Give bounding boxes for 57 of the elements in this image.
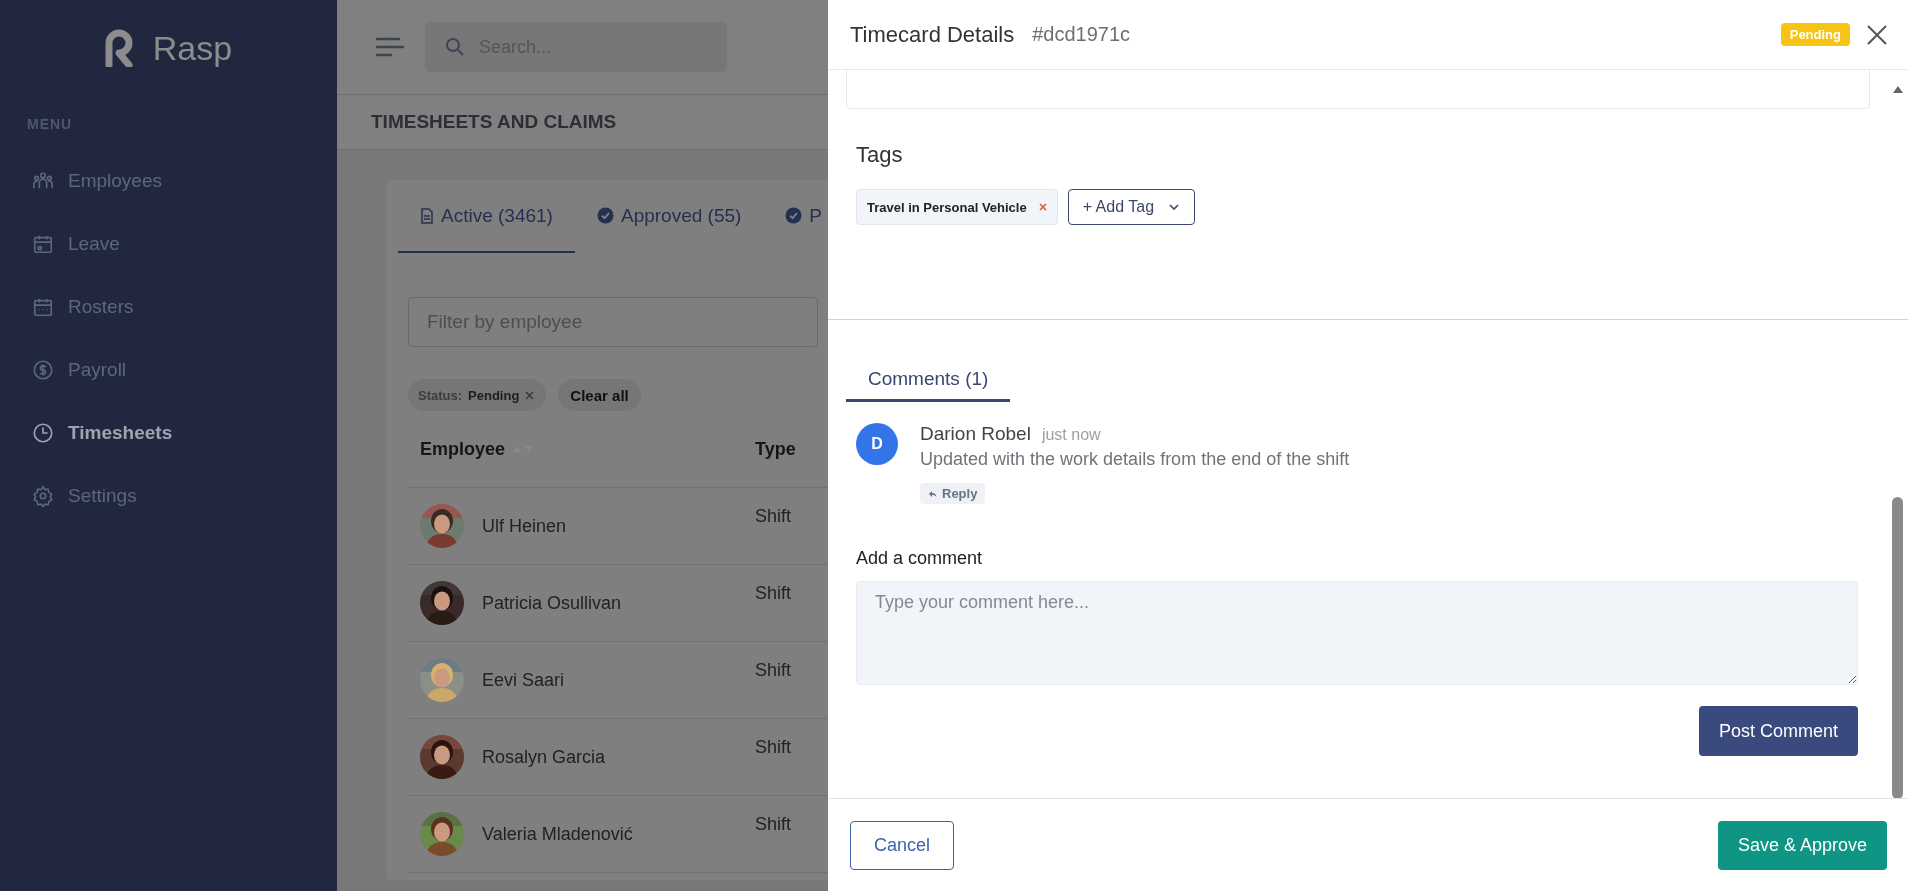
menu-icon[interactable] [375,36,405,58]
field-label: Add a comment [856,548,984,569]
panel-title: Timecard Details [850,21,1015,48]
post-comment-button[interactable]: Post Comment [1698,706,1858,756]
employee-name: Ulf Heinen [482,515,567,537]
tab[interactable]: Active (3461) [398,180,575,253]
logo-icon [104,29,135,67]
employee-name: Valeria Mladenović [482,823,633,845]
sidebar-item[interactable]: Timesheets [0,401,337,464]
chevron-down-icon [1168,203,1181,211]
reply-button[interactable]: Reply [920,483,986,504]
remove-icon[interactable] [1038,203,1047,211]
column-header[interactable]: Employee [420,438,506,460]
clock-icon [32,421,54,444]
table-cell: Shift [755,583,792,603]
timecard-id: #dcd1971c [1032,23,1131,46]
tags-heading: Tags [856,142,904,169]
reply-icon [928,489,937,498]
logo-text: Rasp [152,28,233,68]
add-tag-button[interactable]: + Add Tag [1067,189,1196,225]
settings-icon [32,484,54,507]
table-cell: Shift [755,506,792,526]
search-icon [445,37,465,57]
check-circle-icon [596,207,614,224]
comment-text: Updated with the work details from the end of the shift [920,449,1350,470]
save-approve-button[interactable]: Save & Approve [1717,820,1887,870]
comment-field[interactable]: Type your comment here... [856,581,1858,685]
employee-name: Eevi Saari [482,669,565,691]
cancel-button[interactable]: Cancel [850,820,954,870]
page-title: TIMESHEETS AND CLAIMS [371,111,617,133]
employee-name: Rosalyn Garcia [482,746,606,768]
check-circle-icon [785,207,803,224]
employee-name: Patricia Osullivan [482,592,622,614]
close-icon[interactable] [1866,23,1888,46]
tag: Travel in Personal Vehicle [856,189,1058,225]
tab[interactable]: Approved (55) [574,180,764,253]
table-cell: Shift [755,737,792,757]
sidebar-item[interactable]: Leave [0,212,337,275]
sidebar-item[interactable]: Rosters [0,275,337,338]
sidebar-item[interactable]: Payroll [0,338,337,401]
sidebar-item[interactable]: Employees [0,149,337,212]
document-icon [420,207,434,224]
tab[interactable]: Comments (1) [846,368,1011,402]
scrollbar-thumb[interactable] [1892,497,1903,798]
table-cell: Shift [755,660,792,680]
column-header[interactable]: Type [755,438,796,460]
comment-author: Darion Robel [920,423,1031,445]
sidebar-item[interactable]: Settings [0,464,337,527]
dollar-icon [32,358,54,381]
filter-chip[interactable]: Status: Pending [408,379,547,411]
status-badge: Pending [1780,23,1850,46]
comment-time: just now [1041,426,1101,444]
avatar: D [856,423,898,465]
scroll-up-icon[interactable] [1892,84,1904,94]
tab[interactable]: P [763,180,828,253]
table-cell: Shift [755,814,792,834]
clear-all-button[interactable]: Clear all [558,379,641,411]
